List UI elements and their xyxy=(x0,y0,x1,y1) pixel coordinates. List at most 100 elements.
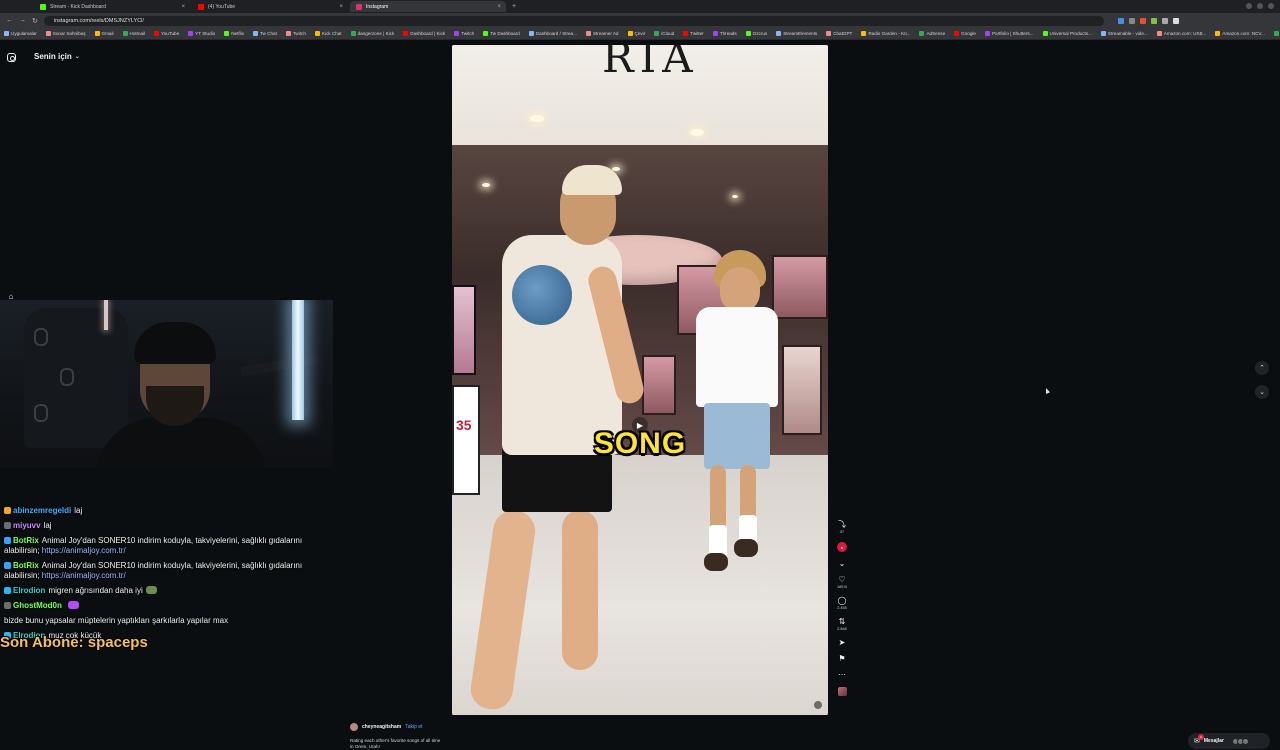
reel-video[interactable]: RIA 35 ▶ SONG xyxy=(452,45,828,715)
share-button[interactable]: ➤ xyxy=(839,639,846,647)
extension-icon[interactable] xyxy=(1161,17,1168,24)
mute-icon[interactable] xyxy=(814,701,822,709)
bookmark-item[interactable]: Portfolio | Shutters... xyxy=(984,31,1034,36)
bookmark-item[interactable]: ChatGPT xyxy=(826,31,852,36)
browser-tab[interactable]: (4) YouTube × xyxy=(192,1,348,12)
bookmark-item[interactable]: Submit a request... xyxy=(1273,31,1280,36)
bookmark-favicon-icon xyxy=(94,31,100,36)
bookmark-favicon-icon xyxy=(350,31,356,36)
bookmark-item[interactable]: Twitch xyxy=(285,31,306,36)
bookmark-item[interactable]: iCloud xyxy=(654,31,674,36)
close-tab-icon[interactable]: × xyxy=(497,4,501,10)
bookmark-item[interactable]: Streamable - vide... xyxy=(1100,31,1148,36)
bookmark-label: Tw Chat xyxy=(260,31,277,36)
reload-icon[interactable]: ↻ xyxy=(32,17,38,25)
bookmark-item[interactable]: Twitter xyxy=(683,31,704,36)
next-reel-button[interactable]: ⌄ xyxy=(1255,385,1269,399)
bookmark-label: Radio Garden - Kü... xyxy=(868,31,911,36)
bookmark-item[interactable]: Universal Products... xyxy=(1042,31,1092,36)
forward-icon[interactable]: → xyxy=(19,17,26,24)
last-subscriber-banner: Son Abone: spaceps xyxy=(0,634,148,651)
maximize-icon[interactable] xyxy=(1257,3,1263,9)
previous-reel-button[interactable]: ⌃ xyxy=(1255,361,1269,375)
bookmark-item[interactable]: Twitch xyxy=(454,31,474,36)
new-tab-button[interactable]: + xyxy=(512,3,516,10)
avatar[interactable] xyxy=(350,723,358,731)
save-button[interactable]: ⚑ xyxy=(838,655,845,663)
back-icon[interactable]: ← xyxy=(6,17,13,24)
reel-description: Rating each other's favorite songs of al… xyxy=(350,738,441,749)
repost-button[interactable]: ⇅ 2.846 xyxy=(837,618,847,632)
extension-icon[interactable] xyxy=(1117,17,1124,24)
reel-author: cheyneagitsham Takip et xyxy=(350,723,422,731)
browser-tab[interactable]: Stream - Kick Dashboard × xyxy=(34,1,190,12)
follow-button[interactable]: Takip et xyxy=(405,724,422,730)
bookmark-item[interactable]: Sonar Sahnibaş xyxy=(45,31,86,36)
close-icon[interactable] xyxy=(1268,3,1274,9)
bookmark-favicon-icon xyxy=(454,31,460,36)
store-sign: RIA xyxy=(602,45,699,82)
bookmark-item[interactable]: Radio Garden - Kü... xyxy=(861,31,910,36)
bookmark-item[interactable]: dangerzone | Kick xyxy=(350,31,394,36)
comment-button[interactable]: ◯ 2.455 xyxy=(837,597,847,611)
chat-text: laj xyxy=(43,521,52,530)
tab-title: Stream - Kick Dashboard xyxy=(50,3,106,10)
remix-count: 37 xyxy=(839,530,845,534)
bookmark-item[interactable]: Dashboard | Kick xyxy=(403,31,445,36)
bookmark-item[interactable]: Amazon.com: NCV... xyxy=(1215,31,1265,36)
bookmark-label: AdSense xyxy=(926,31,946,36)
window-controls xyxy=(1246,3,1274,9)
bookmark-item[interactable]: Tw Chat xyxy=(253,31,277,36)
bookmark-item[interactable]: AdSense xyxy=(919,31,945,36)
bookmark-item[interactable]: Dashboard / Strea... xyxy=(528,31,577,36)
bookmark-favicon-icon xyxy=(314,31,320,36)
tab-title: (4) YouTube xyxy=(208,3,236,10)
more-down-button[interactable]: ⌄ xyxy=(839,560,846,568)
close-tab-icon[interactable]: × xyxy=(181,4,185,10)
chat-link: https://animaljoy.com.tr/ xyxy=(41,571,126,580)
bookmark-item[interactable]: Çevir xyxy=(627,31,645,36)
extension-icon[interactable] xyxy=(1139,17,1146,24)
browser-tab[interactable]: Instagram × xyxy=(350,1,506,12)
url-input[interactable]: instagram.com/reels/DMSJNZYLYCl/ xyxy=(43,15,1104,26)
chat-username: GhostMod0n xyxy=(13,601,62,610)
bookmark-label: StreamElements xyxy=(783,31,818,36)
more-options-button[interactable]: ⋯ xyxy=(838,671,846,679)
extension-icon[interactable] xyxy=(1150,17,1157,24)
author-name[interactable]: cheyneagitsham xyxy=(362,724,401,730)
audio-avatar[interactable] xyxy=(837,687,847,696)
instagram-logo-icon[interactable] xyxy=(7,53,16,62)
bookmark-item[interactable]: StreamElements xyxy=(776,31,817,36)
bookmark-item[interactable]: YT Studio xyxy=(188,31,215,36)
close-tab-icon[interactable]: × xyxy=(339,4,343,10)
live-badge-icon[interactable]: ● xyxy=(837,542,847,552)
bookmark-item[interactable]: YouTube xyxy=(154,31,179,36)
bookmark-item[interactable]: Google xyxy=(954,31,976,36)
chat-username: miyuvv xyxy=(13,521,41,530)
like-button[interactable]: ♡ 165 B xyxy=(837,575,847,590)
bookmark-label: Tw Dashboard xyxy=(490,31,520,36)
profile-icon[interactable] xyxy=(1172,17,1179,24)
stream-chat: abinzemregeldi laj miyuvv laj BotRix Animal J… xyxy=(4,506,324,646)
bookmark-favicon-icon xyxy=(528,31,534,36)
remix-button[interactable]: ⤵ 37 xyxy=(838,521,846,535)
feed-selector[interactable]: Senin için ⌄ xyxy=(34,52,80,61)
bookmark-favicon-icon xyxy=(954,31,960,36)
bookmark-item[interactable]: Tw Dashboard xyxy=(483,31,520,36)
chat-username: abinzemregeldi xyxy=(13,506,72,515)
bookmark-item[interactable]: Kick Chat xyxy=(314,31,342,36)
bookmark-item[interactable]: Ozcrus xyxy=(745,31,767,36)
bookmark-item[interactable]: Gmail xyxy=(94,31,114,36)
extension-icon[interactable] xyxy=(1128,17,1135,24)
bookmark-item[interactable]: Threads xyxy=(712,31,737,36)
bookmark-item[interactable]: Hotmail xyxy=(122,31,145,36)
minimize-icon[interactable] xyxy=(1246,3,1252,9)
heart-icon: ♡ xyxy=(838,575,846,584)
bookmark-item[interactable]: Streamer Ad xyxy=(585,31,619,36)
bookmark-item[interactable]: Amazon.com: USB... xyxy=(1156,31,1206,36)
messages-button[interactable]: ✉ 1 Mesajlar xyxy=(1188,733,1270,749)
chat-badge-icon xyxy=(4,587,11,594)
bookmark-label: ChatGPT xyxy=(833,31,853,36)
bookmark-item[interactable]: Uygulamalar xyxy=(4,31,37,36)
bookmark-item[interactable]: Netflix xyxy=(224,31,244,36)
